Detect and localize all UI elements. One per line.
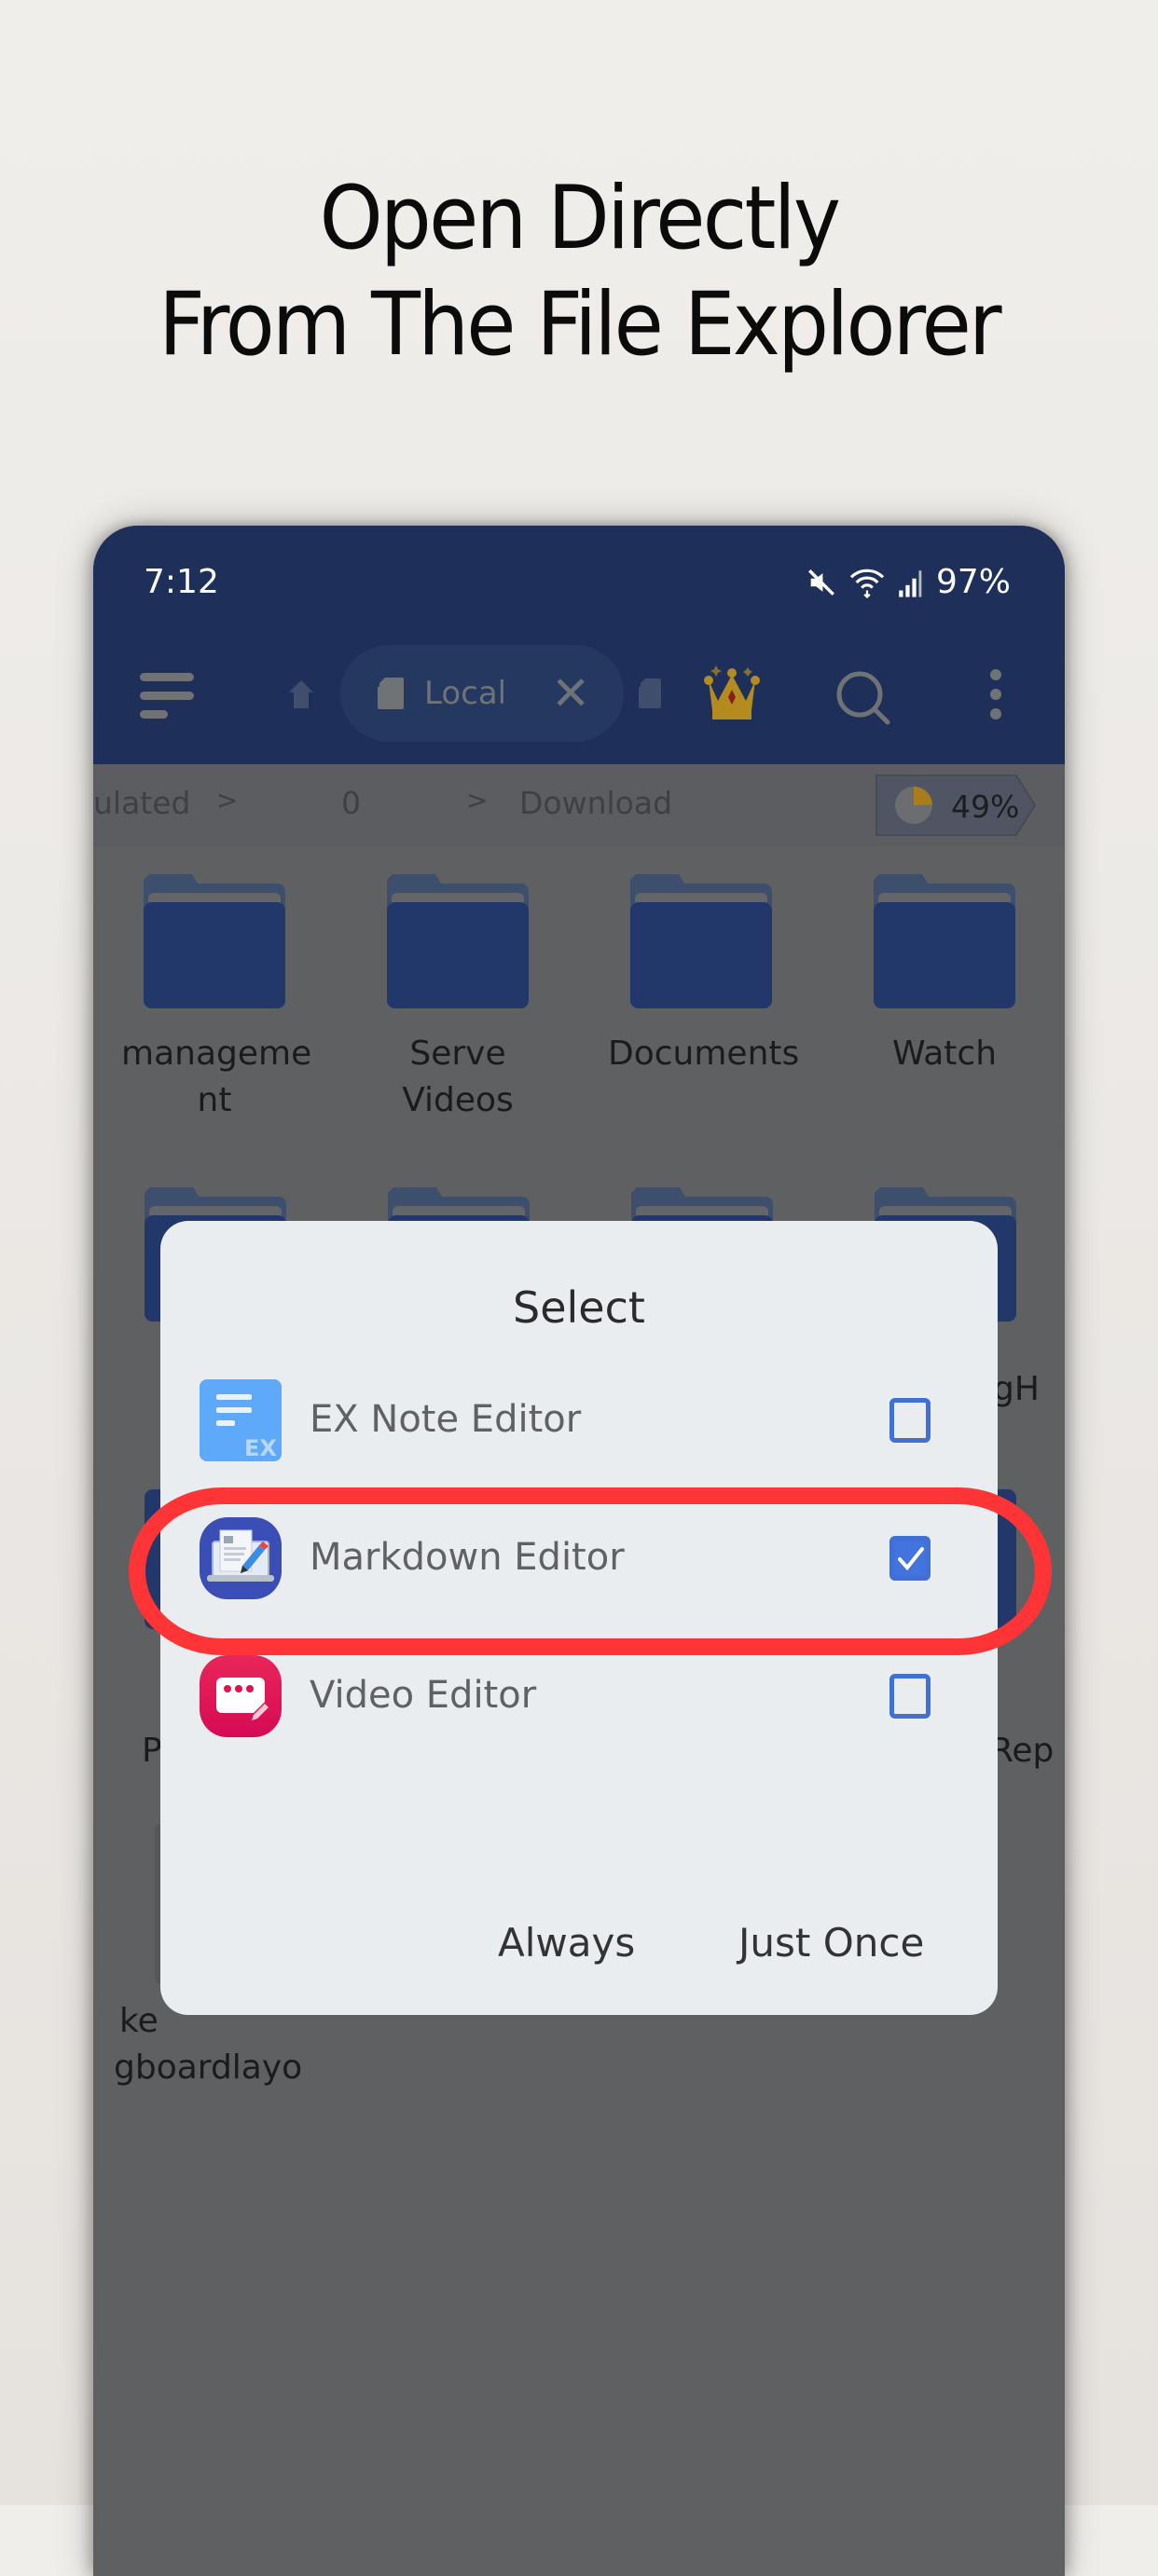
close-icon[interactable]: ✕	[551, 666, 590, 720]
highlight-annotation-ring	[129, 1487, 1052, 1655]
battery-percent: 97%	[935, 563, 1011, 601]
folder-item[interactable]: Documents	[608, 874, 800, 1077]
ex-note-editor-icon: EX	[200, 1379, 282, 1461]
status-time: 7:12	[144, 563, 219, 601]
folder-item[interactable]: manageme nt	[121, 874, 312, 1124]
checkbox[interactable]	[889, 1398, 931, 1443]
mute-icon	[808, 569, 834, 596]
folder-icon	[630, 874, 772, 1008]
app-option-label: Video Editor	[310, 1674, 537, 1717]
headline-line-1: Open Directly	[319, 168, 841, 269]
headline-line-2: From The File Explorer	[159, 274, 1001, 376]
storage-usage-badge[interactable]: 49%	[875, 772, 1039, 839]
app-option-ex-note-editor[interactable]: EX EX Note Editor	[160, 1361, 998, 1482]
breadcrumb-item[interactable]: 0	[341, 785, 361, 821]
sd-card-icon[interactable]	[639, 678, 661, 708]
folder-name: manageme nt	[121, 1035, 312, 1119]
breadcrumb-item[interactable]: ulated	[93, 785, 191, 821]
breadcrumb-separator: >	[466, 785, 489, 815]
folder-item[interactable]: Serve Videos	[365, 874, 551, 1124]
breadcrumb: ulated > 0 > Download 49%	[93, 764, 1065, 846]
checkbox[interactable]	[889, 1674, 931, 1719]
hamburger-menu-icon[interactable]	[140, 673, 196, 719]
folder-name: Serve Videos	[402, 1035, 514, 1119]
status-bar: 7:12 97%	[93, 526, 1065, 637]
sd-card-icon	[378, 678, 404, 709]
folder-icon	[874, 874, 1015, 1008]
folder-name-partial: P	[142, 1732, 162, 1770]
breadcrumb-separator: >	[216, 785, 239, 815]
file-name-partial: gboardlayo	[114, 2048, 303, 2087]
search-icon[interactable]	[834, 669, 892, 727]
folder-name: Documents	[608, 1035, 800, 1073]
folder-name: Watch	[891, 1035, 998, 1073]
svg-text:EX: EX	[244, 1435, 277, 1461]
folder-item[interactable]: Watch	[851, 874, 1038, 1077]
home-icon[interactable]	[287, 678, 315, 710]
file-name-partial: ke	[119, 2002, 159, 2040]
wifi-icon	[849, 569, 885, 598]
folder-icon	[144, 874, 285, 1008]
app-option-label: EX Note Editor	[310, 1398, 582, 1441]
location-tab-local[interactable]: Local ✕	[340, 645, 624, 742]
location-tab-label: Local	[424, 675, 507, 712]
folder-name-partial: Rep	[990, 1732, 1055, 1770]
storage-percent: 49%	[951, 788, 1020, 825]
folder-name-partial: gH	[993, 1370, 1040, 1408]
just-once-button[interactable]: Just Once	[738, 1920, 924, 1966]
folder-icon	[387, 874, 529, 1008]
crown-icon[interactable]	[699, 660, 765, 725]
headline: Open Directly From The File Explorer	[47, 166, 1112, 378]
toolbar: Local ✕	[93, 637, 1065, 764]
video-editor-icon	[200, 1655, 282, 1737]
signal-icon	[899, 569, 922, 597]
always-button[interactable]: Always	[498, 1920, 635, 1966]
dialog-title: Select	[513, 1282, 645, 1333]
breadcrumb-item-current[interactable]: Download	[519, 785, 672, 821]
more-vertical-icon[interactable]	[986, 669, 1005, 725]
